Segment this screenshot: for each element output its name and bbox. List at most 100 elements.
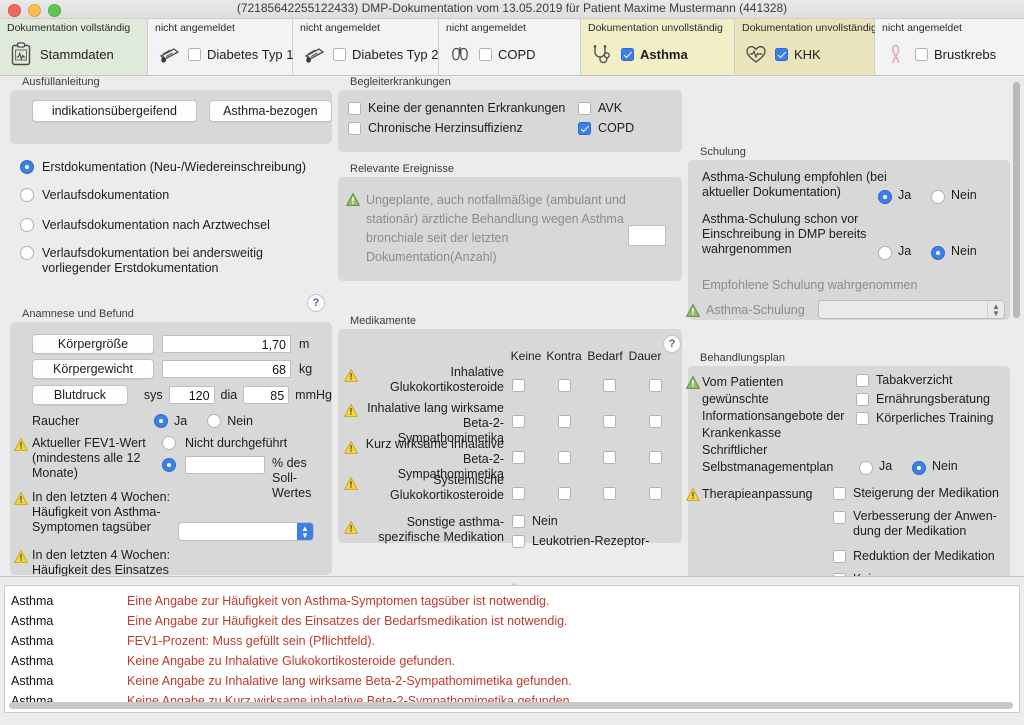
field-koerpergewicht[interactable]: Körpergewicht 68 kg (10, 356, 332, 382)
vertical-scrollbar[interactable] (1013, 82, 1020, 318)
label-koerpergroesse[interactable]: Körpergröße (32, 334, 154, 354)
field-koerpergroesse[interactable]: Körpergröße 1,70 m (10, 332, 332, 356)
radio-verlaufsdokumentation-anderweitig-label: Verlaufsdokumentation bei andersweitig v… (42, 246, 263, 275)
checkbox-sg-bedarf[interactable] (603, 487, 617, 500)
radio-schulung-vorher-ja[interactable] (878, 246, 892, 260)
checkbox-sg-kontra[interactable] (557, 487, 571, 500)
select-symptome-tagsueber[interactable]: ▲ ▼ (178, 522, 314, 541)
radio-fev1-wert[interactable] (162, 458, 176, 472)
anamnese-panel: Körpergröße 1,70 m Körpergewicht 68 kg B… (10, 322, 332, 576)
error-category: Asthma (11, 654, 54, 668)
checkbox-ernaehrungsberatung[interactable] (856, 393, 869, 406)
radio-raucher-nein[interactable] (207, 414, 222, 428)
checkbox-ilw-keine[interactable] (512, 415, 525, 428)
checkbox-avk[interactable] (578, 101, 591, 115)
table-row[interactable]: Asthma Keine Angabe zu Inhalative Glukok… (5, 651, 1019, 671)
label-avk: AVK (598, 100, 623, 115)
checkbox-verbesserung-anwendung[interactable] (833, 511, 846, 524)
radio-schulung-vorher-nein[interactable] (931, 246, 945, 260)
select-asthma-schulung[interactable]: ▲ ▼ (818, 300, 1005, 319)
input-koerpergroesse[interactable]: 1,70 (162, 335, 291, 353)
checkbox-therapieanpassung-keine[interactable] (833, 573, 846, 576)
help-icon-medikamente[interactable]: ? (663, 335, 681, 353)
help-icon-ausfuellanleitung[interactable]: ? (307, 294, 325, 312)
select-asthma-schulung-value (819, 303, 823, 317)
field-raucher[interactable]: Raucher Ja Nein (10, 408, 332, 434)
checkbox-kwi-keine[interactable] (512, 451, 525, 464)
radio-verlaufsdokumentation[interactable]: Verlaufsdokumentation (20, 180, 332, 210)
input-blutdruck-dia[interactable]: 85 (243, 386, 290, 404)
tab-checkbox-diabetes-typ-2[interactable] (333, 47, 346, 61)
checkbox-sg-dauer[interactable] (648, 487, 662, 500)
validation-error-list[interactable]: Asthma Eine Angabe zur Häufigkeit von As… (4, 585, 1020, 713)
table-row[interactable]: Asthma Keine Angabe zu Systemische Gluko… (5, 711, 1019, 712)
form-scroll-area[interactable]: Ausfüllanleitung indikationsübergeifend … (0, 76, 1024, 577)
input-relevante-ereignisse-anzahl[interactable] (628, 225, 666, 246)
checkbox-steigerung-medikation[interactable] (833, 487, 846, 500)
checkbox-reduktion-medikation[interactable] (833, 550, 846, 563)
checkbox-koerperliches-training[interactable] (856, 412, 869, 425)
radio-erstdokumentation-input[interactable] (20, 160, 34, 174)
label-koerpergewicht[interactable]: Körpergewicht (32, 359, 154, 379)
radio-erstdokumentation[interactable]: Erstdokumentation (Neu-/Wiedereinschreib… (20, 154, 332, 180)
radio-selbstmanagementplan-nein[interactable] (912, 461, 926, 475)
tab-checkbox-copd[interactable] (479, 47, 492, 61)
tab-checkbox-brustkrebs[interactable] (915, 47, 928, 61)
checkbox-ihg-bedarf[interactable] (603, 379, 617, 392)
button-asthma-bezogen[interactable]: Asthma-bezogen (208, 100, 332, 122)
checkbox-leukotrien-rezeptor[interactable] (512, 535, 525, 548)
stepper-asthma-schulung[interactable]: ▲ ▼ (987, 301, 1004, 318)
radio-schulung-empfohlen-nein[interactable] (931, 190, 945, 204)
tab-diabetes-typ-2[interactable]: nicht angemeldet Diabetes Typ 2 (293, 19, 439, 75)
table-row[interactable]: Asthma Eine Angabe zur Häufigkeit des Ei… (5, 611, 1019, 631)
radio-fev1-nicht-durchgefuehrt[interactable] (162, 436, 176, 450)
label-blutdruck[interactable]: Blutdruck (32, 385, 128, 405)
checkbox-ilw-dauer[interactable] (648, 415, 662, 428)
tab-copd[interactable]: nicht angemeldet COPD (439, 19, 581, 75)
checkbox-ihg-kontra[interactable] (557, 379, 571, 392)
checkbox-ihg-keine[interactable] (512, 379, 525, 392)
input-koerpergewicht[interactable]: 68 (162, 360, 291, 378)
table-row[interactable]: Asthma Eine Angabe zur Häufigkeit von As… (5, 591, 1019, 611)
horizontal-scrollbar[interactable] (9, 702, 1013, 709)
input-blutdruck-sys[interactable]: 120 (168, 386, 215, 404)
checkbox-sonstige-nein[interactable] (512, 515, 525, 528)
radio-schulung-empfohlen-ja[interactable] (878, 190, 892, 204)
warning-icon-fev1 (14, 438, 28, 451)
label-verbesserung-anwendung: Verbesserung der Anwen-dung der Medikati… (853, 509, 997, 538)
tab-checkbox-khk[interactable] (775, 47, 788, 61)
tab-checkbox-asthma[interactable] (621, 47, 634, 61)
checkbox-kwi-kontra[interactable] (557, 451, 571, 464)
stepper-symptome-tagsueber[interactable]: ▲ ▼ (297, 523, 313, 540)
checkbox-tabakverzicht[interactable] (856, 374, 869, 387)
field-blutdruck[interactable]: Blutdruck sys 120 dia 85 mmHg (10, 382, 332, 408)
checkbox-kwi-bedarf[interactable] (603, 451, 617, 464)
radio-verlaufsdokumentation-anderweitig[interactable]: Verlaufsdokumentation bei andersweitig v… (20, 240, 332, 280)
checkbox-kwi-dauer[interactable] (648, 451, 662, 464)
checkbox-ihg-dauer[interactable] (648, 379, 662, 392)
radio-verlaufsdokumentation-input[interactable] (20, 188, 34, 202)
relevante-ereignisse-panel: Ungeplante, auch notfallmäßige (ambulant… (338, 177, 682, 281)
radio-verlaufsdokumentation-arztwechsel[interactable]: Verlaufsdokumentation nach Arztwechsel (20, 210, 332, 240)
button-indikationsuebergreifend[interactable]: indikationsübergeifend (32, 100, 197, 122)
table-row[interactable]: Asthma FEV1-Prozent: Muss gefüllt sein (… (5, 631, 1019, 651)
checkbox-sg-keine[interactable] (512, 487, 525, 500)
tab-brustkrebs[interactable]: nicht angemeldet Brustkrebs (875, 19, 1024, 75)
radio-raucher-ja[interactable] (154, 414, 168, 428)
tab-checkbox-diabetes-typ-1[interactable] (188, 47, 201, 61)
checkbox-keine-erkrankungen[interactable] (348, 101, 361, 115)
tab-diabetes-typ-1[interactable]: nicht angemeldet Diabetes Typ 1 (148, 19, 293, 75)
tab-asthma[interactable]: Dokumentation unvollständig Asthma (581, 19, 735, 75)
checkbox-chronische-herzinsuffizienz[interactable] (348, 121, 361, 135)
checkbox-ilw-kontra[interactable] (557, 415, 571, 428)
radio-verlaufsdokumentation-anderweitig-input[interactable] (20, 246, 34, 260)
table-row[interactable]: Asthma Keine Angabe zu Inhalative lang w… (5, 671, 1019, 691)
checkbox-copd[interactable] (578, 121, 591, 135)
indication-tab-strip[interactable]: Dokumentation vollständig Stammdaten nic… (0, 19, 1024, 76)
radio-selbstmanagementplan-ja[interactable] (859, 461, 873, 475)
tab-khk[interactable]: Dokumentation unvollständig KHK (735, 19, 877, 75)
tab-stammdaten[interactable]: Dokumentation vollständig Stammdaten (0, 19, 148, 75)
radio-verlaufsdokumentation-arztwechsel-input[interactable] (20, 218, 34, 232)
input-fev1-wert[interactable] (185, 456, 265, 474)
checkbox-ilw-bedarf[interactable] (603, 415, 617, 428)
